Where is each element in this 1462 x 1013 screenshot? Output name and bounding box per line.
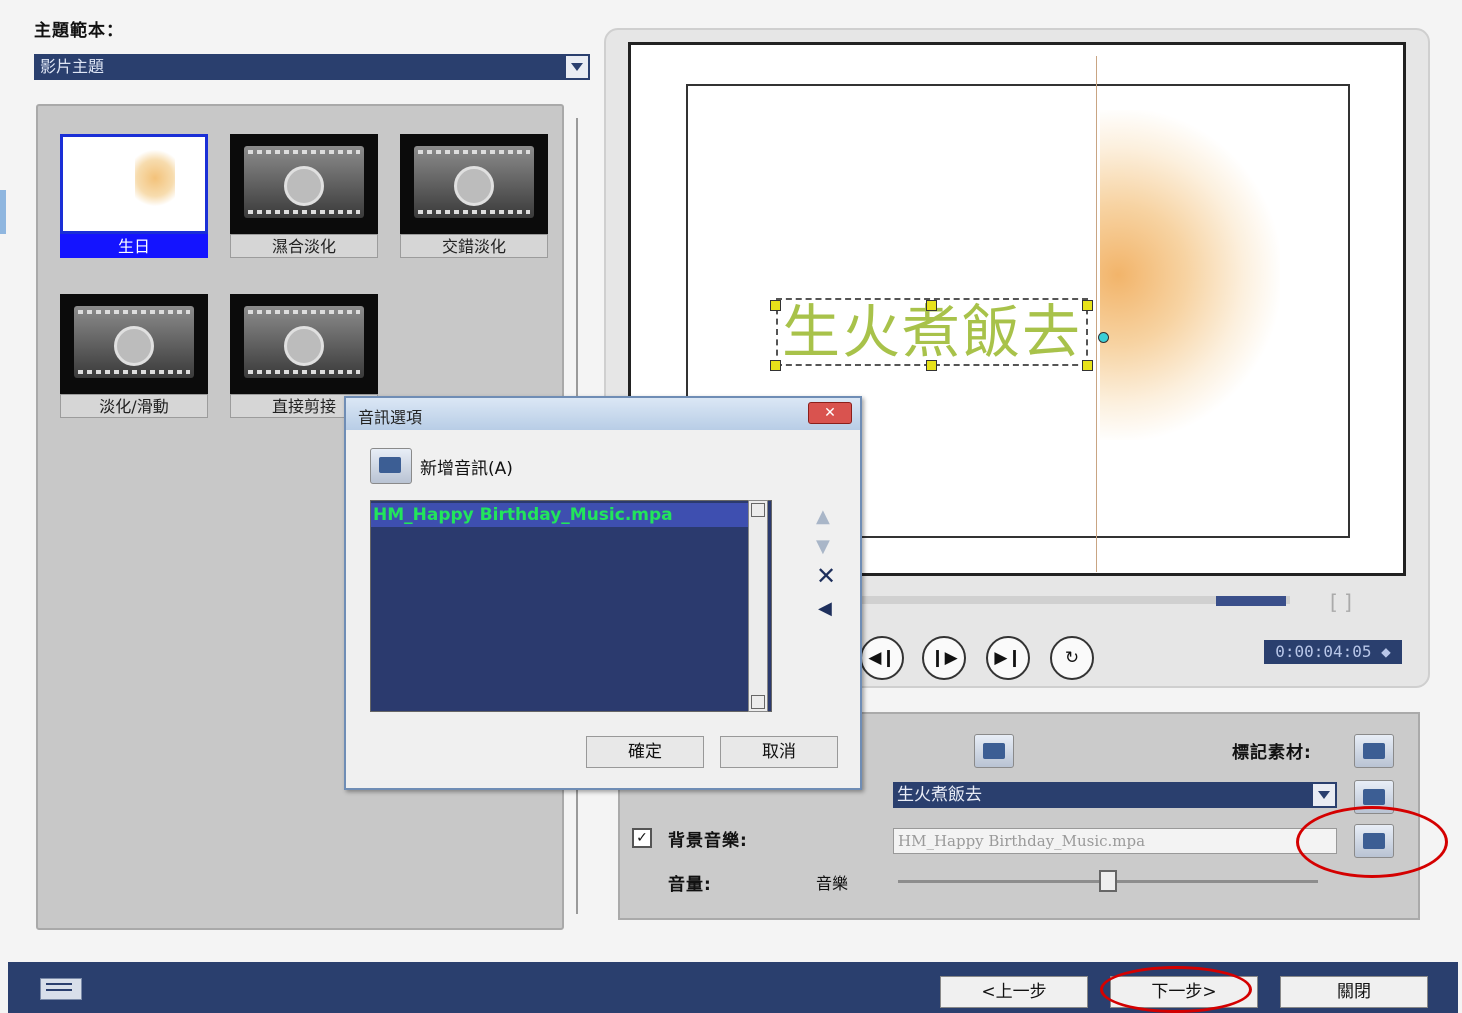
mark-clip-button[interactable] — [1354, 734, 1394, 768]
theme-thumb-fade-slide[interactable]: 淡化/滑動 — [60, 294, 208, 418]
skip-to-end-icon[interactable]: ▶❙ — [986, 636, 1030, 680]
close-button[interactable]: 關閉 — [1280, 976, 1428, 1008]
bg-music-checkbox[interactable]: ✓ — [632, 828, 652, 848]
theme-thumb-cross-fade[interactable]: 交錯淡化 — [400, 134, 548, 258]
menu-icon[interactable] — [38, 974, 86, 1004]
audio-options-dialog: 音訊選項 ✕ 新增音訊(A) HM_Happy Birthday_Music.m… — [344, 396, 862, 790]
highlight-circle — [1296, 806, 1448, 878]
highlight-circle — [1100, 966, 1252, 1013]
resize-handle[interactable] — [770, 300, 781, 311]
theme-thumb-birthday[interactable]: 生日 — [60, 134, 208, 258]
volume-label: 音量: — [668, 875, 712, 895]
volume-music-label: 音樂 — [816, 874, 849, 893]
prev-step-button[interactable]: <上一步 — [940, 976, 1088, 1008]
dialog-title: 音訊選項 — [358, 408, 423, 427]
theme-template-label: 主題範本： — [34, 21, 124, 41]
flower-icon — [135, 143, 175, 213]
theme-category-value: 影片主題 — [40, 57, 105, 76]
next-frame-icon[interactable]: ❙▶ — [922, 636, 966, 680]
theme-category-select[interactable]: 影片主題 — [34, 54, 590, 80]
checkbox-icon — [1363, 743, 1385, 759]
list-item[interactable]: HM_Happy Birthday_Music.mpa — [371, 503, 755, 527]
trim-markers-icon[interactable]: [ ] — [1330, 590, 1352, 614]
dialog-titlebar — [346, 398, 860, 430]
theme-thumb-label: 生日 — [60, 234, 208, 258]
resize-handle[interactable] — [1082, 360, 1093, 371]
film-reel-icon — [414, 146, 534, 218]
theme-thumb-label: 交錯淡化 — [400, 234, 548, 258]
text-tool-icon — [1363, 789, 1385, 805]
theme-thumb-blend-fade[interactable]: 濕合淡化 — [230, 134, 378, 258]
title-select[interactable]: 生火煮飯去 — [893, 782, 1337, 808]
previous-frame-icon[interactable]: ◀❙ — [860, 636, 904, 680]
resize-handle[interactable] — [926, 300, 937, 311]
move-down-icon[interactable]: ▼ — [816, 536, 830, 557]
edge-marker — [0, 190, 6, 234]
speaker-icon — [983, 743, 1005, 759]
delete-icon[interactable]: ✕ — [816, 562, 836, 590]
move-up-icon[interactable]: ▲ — [816, 506, 830, 527]
split-line — [1096, 56, 1097, 572]
cancel-button[interactable]: 取消 — [720, 736, 838, 768]
volume-icon[interactable]: ◀ — [818, 598, 832, 619]
timecode-field[interactable]: 0:00:04:05 ◆ — [1264, 640, 1402, 664]
resize-handle[interactable] — [770, 360, 781, 371]
add-audio-button[interactable] — [370, 448, 412, 484]
theme-thumb-label: 濕合淡化 — [230, 234, 378, 258]
film-reel-icon — [74, 306, 194, 378]
repeat-icon[interactable]: ↻ — [1050, 636, 1094, 680]
bg-music-field[interactable]: HM_Happy Birthday_Music.mpa — [893, 828, 1337, 854]
title-select-value: 生火煮飯去 — [897, 785, 982, 805]
flower-decoration — [1100, 110, 1280, 440]
chevron-down-icon[interactable] — [564, 54, 590, 80]
birthday-thumbnail-image — [60, 134, 208, 234]
film-reel-icon — [244, 146, 364, 218]
speaker-icon — [379, 457, 401, 473]
timecode-value: 0:00:04:05 — [1275, 642, 1372, 661]
volume-slider-thumb[interactable] — [1099, 870, 1117, 892]
ok-button[interactable]: 確定 — [586, 736, 704, 768]
mark-clip-label: 標記素材: — [1232, 743, 1312, 763]
audio-list-scrollbar[interactable] — [748, 500, 768, 712]
bg-music-label: 背景音樂: — [668, 831, 748, 851]
resize-handle[interactable] — [926, 360, 937, 371]
audio-list[interactable]: HM_Happy Birthday_Music.mpa — [370, 500, 772, 712]
audio-options-button[interactable] — [974, 734, 1014, 768]
rotate-handle[interactable] — [1098, 332, 1109, 343]
add-audio-label[interactable]: 新增音訊(A) — [420, 454, 513, 479]
chevron-down-icon[interactable] — [1311, 782, 1337, 808]
film-reel-icon — [244, 306, 364, 378]
close-icon[interactable]: ✕ — [808, 402, 852, 424]
scrubber-position[interactable] — [1216, 596, 1286, 606]
resize-handle[interactable] — [1082, 300, 1093, 311]
theme-thumb-label: 淡化/滑動 — [60, 394, 208, 418]
